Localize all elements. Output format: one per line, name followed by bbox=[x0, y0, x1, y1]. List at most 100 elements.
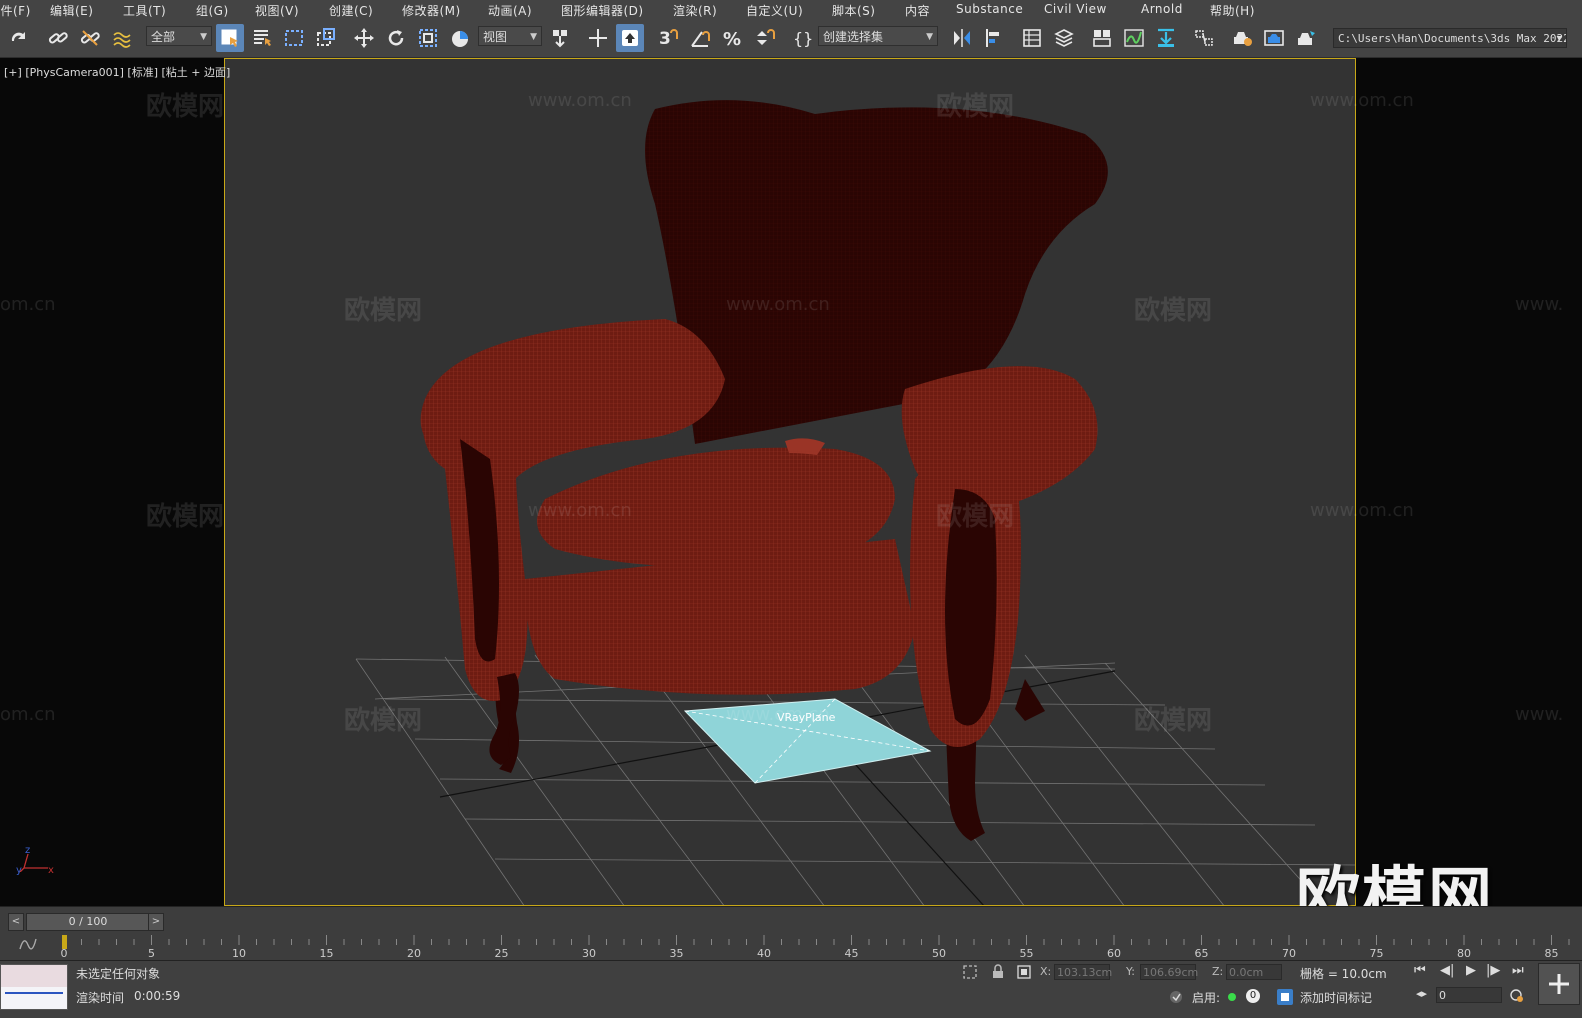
selection-filter-select[interactable]: 全部 ▼ bbox=[146, 26, 212, 46]
menu-scripting[interactable]: 脚本(S) bbox=[832, 2, 875, 19]
select-object-icon[interactable] bbox=[216, 24, 244, 52]
maxscript-listener[interactable] bbox=[0, 964, 68, 1010]
rectangular-selection-icon[interactable] bbox=[280, 24, 308, 52]
add-time-tag-button[interactable]: 添加时间标记 bbox=[1300, 989, 1372, 1006]
pivot-center-icon[interactable] bbox=[546, 24, 574, 52]
goto-end-icon[interactable]: ⏭ bbox=[1512, 963, 1524, 978]
link-icon[interactable] bbox=[44, 24, 72, 52]
track-bar-tick-label: 30 bbox=[582, 947, 596, 960]
viewport-right[interactable] bbox=[1356, 58, 1582, 906]
menu-file[interactable]: 文件(F) bbox=[0, 2, 31, 19]
render-setup-icon[interactable] bbox=[1228, 24, 1256, 52]
goto-start-icon[interactable]: ⏮ bbox=[1414, 963, 1426, 978]
viewport-label-plus[interactable]: [+] bbox=[4, 66, 22, 79]
y-coord-label: Y: bbox=[1126, 965, 1135, 978]
schematic-view-icon[interactable] bbox=[1152, 24, 1180, 52]
named-selection-set-select[interactable]: 创建选择集 ▼ bbox=[818, 26, 938, 46]
track-bar-tick-label: 25 bbox=[495, 947, 509, 960]
unlink-icon[interactable] bbox=[76, 24, 104, 52]
track-bar[interactable]: 0 5 10 15 20 25 30 35 40 45 50 55 60 65 70 75 80 85 bbox=[60, 935, 1582, 961]
select-by-name-icon[interactable] bbox=[248, 24, 276, 52]
viewport-label-mode[interactable]: [粘土 + 边面] bbox=[162, 66, 231, 79]
previous-frame-icon[interactable]: ◀| bbox=[1440, 963, 1454, 978]
angle-snap-icon[interactable] bbox=[686, 24, 714, 52]
render-time-value: 0:00:59 bbox=[134, 989, 181, 1003]
adaptive-degradation-icon[interactable] bbox=[1168, 989, 1184, 1005]
viewport-perspective[interactable]: VRayPlane bbox=[224, 58, 1356, 906]
status-bar: 未选定任何对象 渲染时间 0:00:59 X: 103.13cm Y: 106.… bbox=[0, 960, 1582, 1018]
key-mode-icon[interactable]: ◂▸ bbox=[1416, 987, 1427, 1000]
next-frame-icon[interactable]: |▶ bbox=[1486, 963, 1500, 978]
current-frame-marker[interactable] bbox=[62, 935, 67, 949]
project-folder-path[interactable]: C:\Users\Han\Documents\3ds Max 2022 ▼ bbox=[1333, 28, 1567, 48]
menu-customize[interactable]: 自定义(U) bbox=[746, 2, 803, 19]
time-slider-next-button[interactable]: > bbox=[148, 913, 164, 931]
menu-tools[interactable]: 工具(T) bbox=[123, 2, 166, 19]
redo-icon[interactable] bbox=[4, 24, 32, 52]
viewport-label-camera[interactable]: [PhysCamera001] bbox=[25, 66, 124, 79]
menu-animation[interactable]: 动画(A) bbox=[488, 2, 532, 19]
curve-editor-icon[interactable] bbox=[1120, 24, 1148, 52]
layer-explorer-icon[interactable] bbox=[1050, 24, 1078, 52]
rotate-icon[interactable] bbox=[382, 24, 410, 52]
grid-size-label: 栅格 = 10.0cm bbox=[1300, 967, 1387, 981]
select-manipulate-icon[interactable] bbox=[584, 24, 612, 52]
track-bar-tick-label: 10 bbox=[232, 947, 246, 960]
menu-edit[interactable]: 编辑(E) bbox=[50, 2, 93, 19]
snaps-toggle-icon[interactable]: 3 bbox=[654, 24, 682, 52]
edit-named-selection-icon[interactable]: {} bbox=[788, 24, 816, 52]
time-tag-icon[interactable] bbox=[1276, 988, 1294, 1006]
material-editor-icon[interactable] bbox=[1190, 24, 1218, 52]
menu-create[interactable]: 创建(C) bbox=[329, 2, 373, 19]
watermark-url: www.om.cn bbox=[1310, 500, 1414, 521]
curve-editor-mini-icon[interactable] bbox=[18, 937, 38, 951]
viewport-label-shading[interactable]: [标准] bbox=[127, 66, 158, 79]
viewport-scene bbox=[355, 100, 1355, 905]
time-configuration-icon[interactable] bbox=[1508, 987, 1524, 1003]
spinner-snap-icon[interactable] bbox=[750, 24, 778, 52]
svg-text:{}: {} bbox=[793, 29, 813, 48]
menu-modifiers[interactable]: 修改器(M) bbox=[402, 2, 461, 19]
viewport-left[interactable] bbox=[0, 58, 224, 906]
render-production-icon[interactable] bbox=[1292, 24, 1320, 52]
time-slider-prev-button[interactable]: < bbox=[8, 913, 24, 931]
percent-snap-icon[interactable]: % bbox=[718, 24, 746, 52]
menu-bar: 文件(F) 编辑(E) 工具(T) 组(G) 视图(V) 创建(C) 修改器(M… bbox=[0, 0, 1582, 21]
play-icon[interactable]: ▶ bbox=[1466, 963, 1476, 978]
menu-rendering[interactable]: 渲染(R) bbox=[673, 2, 717, 19]
create-panel-icon[interactable] bbox=[1538, 963, 1580, 1005]
z-coord-field[interactable]: 0.0cm bbox=[1226, 964, 1282, 980]
selection-lock-icon[interactable] bbox=[990, 964, 1006, 980]
menu-group[interactable]: 组(G) bbox=[196, 2, 229, 19]
y-coord-field[interactable]: 106.69cm bbox=[1140, 964, 1198, 980]
menu-graph-editors[interactable]: 图形编辑器(D) bbox=[561, 2, 644, 19]
place-icon[interactable] bbox=[446, 24, 474, 52]
move-icon[interactable] bbox=[350, 24, 378, 52]
mirror-icon[interactable] bbox=[948, 24, 976, 52]
align-icon[interactable] bbox=[980, 24, 1008, 52]
reference-coordinate-select[interactable]: 视图 ▼ bbox=[478, 26, 542, 46]
menu-views[interactable]: 视图(V) bbox=[255, 2, 299, 19]
menu-substance[interactable]: Substance bbox=[956, 2, 1023, 16]
menu-content[interactable]: 内容 bbox=[905, 2, 930, 19]
rendered-frame-window-icon[interactable] bbox=[1260, 24, 1288, 52]
enable-count-badge[interactable]: 0 bbox=[1246, 989, 1260, 1003]
toggle-ribbon-icon[interactable] bbox=[1088, 24, 1116, 52]
menu-civil-view[interactable]: Civil View bbox=[1044, 2, 1107, 16]
watermark-url: www.om.cn bbox=[1310, 90, 1414, 111]
scale-icon[interactable] bbox=[414, 24, 442, 52]
keyboard-shortcut-override-icon[interactable] bbox=[616, 24, 644, 52]
absolute-mode-transform-icon[interactable] bbox=[1016, 964, 1032, 980]
time-slider[interactable]: 0 / 100 bbox=[26, 913, 150, 931]
current-frame-field[interactable]: 0 bbox=[1436, 987, 1502, 1003]
track-bar-tick-label: 55 bbox=[1020, 947, 1034, 960]
menu-help[interactable]: 帮助(H) bbox=[1210, 2, 1255, 19]
scene-explorer-icon[interactable] bbox=[1018, 24, 1046, 52]
watermark-url: www.om.cn bbox=[726, 704, 830, 725]
window-crossing-icon[interactable] bbox=[312, 24, 340, 52]
x-coord-field[interactable]: 103.13cm bbox=[1054, 964, 1112, 980]
isolate-selection-icon[interactable] bbox=[962, 964, 978, 980]
menu-arnold[interactable]: Arnold bbox=[1141, 2, 1183, 16]
bind-space-warp-icon[interactable] bbox=[108, 24, 136, 52]
track-bar-tick-label: 45 bbox=[845, 947, 859, 960]
